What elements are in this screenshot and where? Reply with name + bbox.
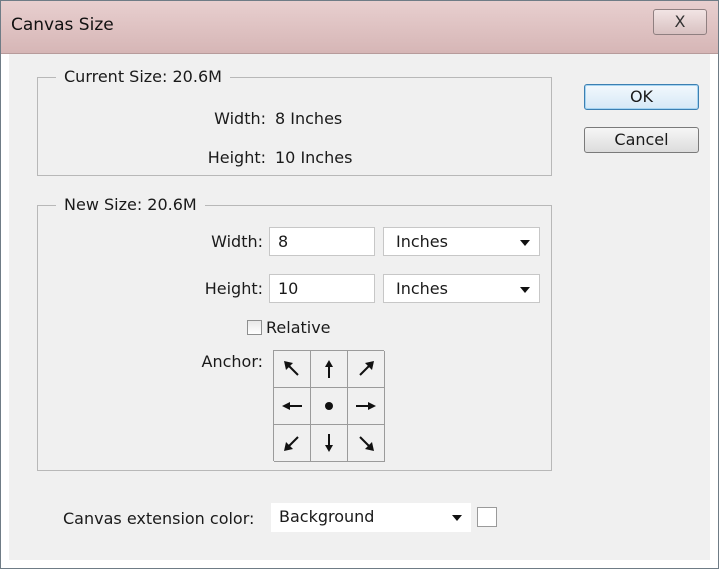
- new-height-label: Height:: [204, 279, 263, 298]
- arrow-up-right-icon: [359, 361, 374, 376]
- anchor-label: Anchor:: [201, 352, 264, 371]
- anchor-grid: [273, 350, 385, 462]
- arrow-down-right-icon: [359, 436, 374, 451]
- extension-color-swatch[interactable]: [477, 507, 497, 527]
- extension-color-label: Canvas extension color:: [63, 509, 255, 528]
- current-width-label: Width:: [214, 109, 266, 128]
- chevron-down-icon: [520, 240, 530, 246]
- new-width-label: Width:: [211, 232, 263, 251]
- chevron-down-icon: [452, 515, 462, 521]
- relative-checkbox[interactable]: [247, 320, 262, 335]
- ok-button[interactable]: OK: [584, 84, 699, 110]
- width-unit-value: Inches: [396, 232, 448, 251]
- width-unit-select[interactable]: Inches: [383, 227, 540, 256]
- arrow-right-icon: [356, 402, 376, 410]
- anchor-center-dot-icon: [325, 402, 333, 410]
- anchor-top-right[interactable]: [348, 351, 385, 388]
- height-unit-select[interactable]: Inches: [383, 274, 540, 303]
- relative-label[interactable]: Relative: [266, 318, 331, 337]
- arrow-down-left-icon: [284, 436, 299, 451]
- cancel-button[interactable]: Cancel: [584, 127, 699, 153]
- extension-color-select[interactable]: Background: [271, 503, 471, 532]
- current-size-group: Current Size: 20.6M Width: 8 Inches Heig…: [37, 67, 552, 176]
- title-bar[interactable]: Canvas Size X: [1, 1, 718, 54]
- anchor-bottom-right[interactable]: [348, 425, 385, 462]
- arrow-left-icon: [282, 402, 302, 410]
- arrow-down-icon: [325, 434, 333, 452]
- anchor-bottom[interactable]: [311, 425, 348, 462]
- anchor-right[interactable]: [348, 388, 385, 425]
- current-width-value: 8 Inches: [275, 109, 343, 128]
- anchor-top[interactable]: [311, 351, 348, 388]
- height-input[interactable]: 10: [269, 274, 375, 303]
- current-height-label: Height:: [207, 148, 266, 167]
- current-size-legend: Current Size: 20.6M: [56, 67, 230, 86]
- height-unit-value: Inches: [396, 279, 448, 298]
- chevron-down-icon: [520, 287, 530, 293]
- dialog-title: Canvas Size: [11, 15, 114, 35]
- width-input[interactable]: 8: [269, 227, 375, 256]
- dialog-body: Current Size: 20.6M Width: 8 Inches Heig…: [9, 54, 710, 560]
- canvas-size-dialog: Canvas Size X Current Size: 20.6M Width:…: [0, 0, 719, 569]
- new-size-legend: New Size: 20.6M: [56, 195, 205, 214]
- anchor-bottom-left[interactable]: [274, 425, 311, 462]
- arrow-up-icon: [325, 360, 333, 378]
- current-height-value: 10 Inches: [275, 148, 353, 167]
- close-icon: X: [674, 12, 686, 31]
- anchor-top-left[interactable]: [274, 351, 311, 388]
- extension-color-value: Background: [279, 507, 375, 526]
- anchor-left[interactable]: [274, 388, 311, 425]
- anchor-center[interactable]: [311, 388, 348, 425]
- close-button[interactable]: X: [653, 9, 707, 35]
- arrow-up-left-icon: [284, 361, 299, 376]
